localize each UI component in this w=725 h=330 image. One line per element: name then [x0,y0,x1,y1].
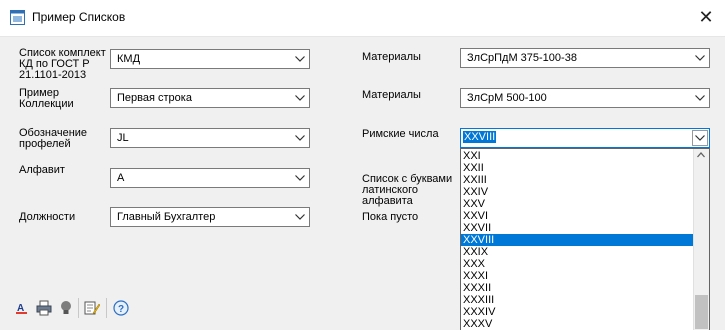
list-item[interactable]: XXIV [461,186,694,198]
roman-label: Римские числа [362,128,439,140]
list-item[interactable]: XXII [461,162,694,174]
latin-label: Список с буквами латинского алфавита [362,173,453,207]
list-item[interactable]: XXV [461,198,694,210]
scroll-up-arrow-icon[interactable] [697,152,705,158]
dropdown-scrollbar[interactable] [693,149,709,330]
chevron-down-icon [695,135,705,141]
kit-label: Список комплект КД по ГОСТ Р 21.1101-201… [19,47,106,81]
list-item[interactable]: XXVII [461,222,694,234]
kit-combo[interactable]: КМД [110,49,310,69]
close-icon[interactable]: ✕ [694,6,718,30]
chevron-down-icon [295,214,305,220]
materials1-combo[interactable]: ЗлСрПдМ 375-100-38 [460,48,710,68]
list-item[interactable]: XXXIV [461,306,694,318]
collection-label: Пример Коллекции [19,87,74,110]
scrollbar-thumb[interactable] [695,295,708,329]
kit-value: КМД [117,53,141,65]
alphabet-label: Алфавит [19,164,65,176]
alphabet-combo[interactable]: А [110,168,310,188]
chevron-down-icon [295,56,305,62]
positions-label: Должности [19,211,76,223]
roman-value: XXVIII [461,130,498,144]
list-item[interactable]: XXXIII [461,294,694,306]
list-item[interactable]: XXI [461,150,694,162]
svg-text:?: ? [118,304,124,315]
materials1-label: Материалы [362,51,421,63]
materials2-combo[interactable]: ЗлСрМ 500-100 [460,88,710,108]
title-bar: Пример Списков ✕ [0,0,725,37]
chevron-down-icon [695,95,705,101]
list-item[interactable]: XXVI [461,210,694,222]
positions-value: Главный Бухгалтер [117,211,216,223]
empty-label: Пока пусто [362,211,419,223]
window-title: Пример Списков [32,10,126,24]
list-item[interactable]: XXIII [461,174,694,186]
toolbar-separator [78,298,79,318]
toolbar-separator [106,298,107,318]
app-window-icon [10,10,25,25]
materials2-label: Материалы [362,89,421,101]
text-color-icon[interactable]: A [14,300,30,316]
profiles-value: JL [117,132,129,144]
lightbulb-icon[interactable] [58,300,74,316]
roman-dropdown-list[interactable]: XXI XXII XXIII XXIV XXV XXVI XXVII XXVII… [460,148,710,330]
help-icon[interactable]: ? [113,300,129,316]
list-item[interactable]: XXX [461,258,694,270]
profiles-combo[interactable]: JL [110,128,310,148]
materials2-value: ЗлСрМ 500-100 [467,92,547,104]
edit-notes-icon[interactable] [84,300,100,316]
list-item[interactable]: XXXI [461,270,694,282]
materials1-value: ЗлСрПдМ 375-100-38 [467,52,577,64]
list-item-selected[interactable]: XXVIII [461,234,694,246]
printer-icon[interactable] [36,300,52,316]
collection-combo[interactable]: Первая строка [110,88,310,108]
positions-combo[interactable]: Главный Бухгалтер [110,207,310,227]
roman-combo[interactable]: XXVIII [460,128,710,148]
chevron-down-icon [295,95,305,101]
alphabet-value: А [117,172,125,184]
collection-value: Первая строка [117,92,192,104]
list-item[interactable]: XXXV [461,318,694,330]
chevron-down-icon [295,175,305,181]
dropdown-button[interactable] [692,130,708,146]
list-item[interactable]: XXXII [461,282,694,294]
list-item[interactable]: XXIX [461,246,694,258]
profiles-label: Обозначение профелей [19,127,88,150]
chevron-down-icon [295,135,305,141]
chevron-down-icon [695,55,705,61]
